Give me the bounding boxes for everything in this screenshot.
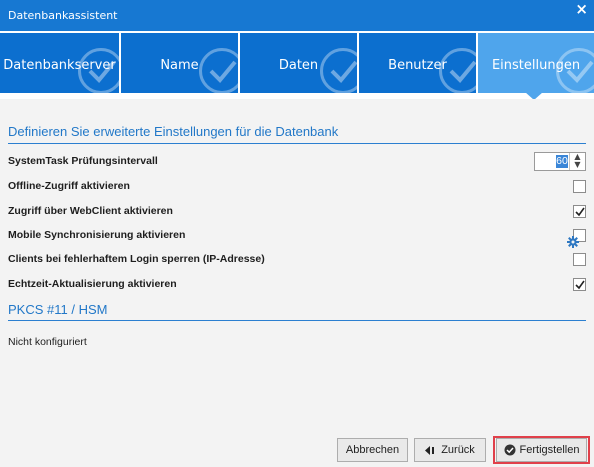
option-row-mobile: Mobile Synchronisierung aktivieren — [8, 225, 586, 247]
window-title: Datenbankassistent — [8, 9, 118, 22]
back-arrow-icon — [425, 445, 435, 455]
webclient-access-checkbox[interactable] — [573, 205, 586, 218]
wizard-steps: Datenbankserver Name Daten Benutzer Eins… — [0, 31, 594, 99]
step-label: Daten — [278, 58, 319, 73]
stepper-arrows-icon[interactable]: ▲ ▼ — [569, 153, 585, 170]
offline-access-checkbox[interactable] — [573, 180, 586, 193]
realtime-update-checkbox[interactable] — [573, 278, 586, 291]
gear-icon[interactable] — [567, 236, 579, 248]
ip-lockout-checkbox[interactable] — [573, 253, 586, 266]
step-label: Name — [160, 58, 199, 73]
pkcs-status: Nicht konfiguriert — [8, 336, 87, 348]
option-label: Zugriff über WebClient aktivieren — [8, 205, 173, 217]
step-einstellungen[interactable]: Einstellungen — [478, 33, 594, 93]
cancel-label: Abbrechen — [345, 444, 400, 456]
interval-value[interactable]: 60 — [556, 155, 568, 168]
interval-label: SystemTask Prüfungsintervall — [8, 155, 158, 167]
highlight-box — [493, 436, 590, 464]
option-row-lockout: Clients bei fehlerhaftem Login sperren (… — [8, 249, 586, 271]
option-label: Clients bei fehlerhaftem Login sperren (… — [8, 253, 265, 265]
step-datenbankserver[interactable]: Datenbankserver — [0, 33, 119, 93]
title-bar: Datenbankassistent × — [0, 0, 594, 31]
interval-row: SystemTask Prüfungsintervall 60 ▲ ▼ — [8, 151, 586, 173]
option-row-webclient: Zugriff über WebClient aktivieren — [8, 201, 586, 223]
checkmark-icon — [575, 280, 585, 290]
option-label: Echtzeit-Aktualisierung aktivieren — [8, 278, 177, 290]
close-icon[interactable]: × — [575, 1, 588, 17]
option-row-offline: Offline-Zugriff aktivieren — [8, 176, 586, 198]
step-name[interactable]: Name — [121, 33, 238, 93]
back-button[interactable]: Zurück — [414, 438, 486, 462]
pkcs-heading: PKCS #11 / HSM — [8, 302, 108, 317]
step-benutzer[interactable]: Benutzer — [359, 33, 476, 93]
cancel-button[interactable]: Abbrechen — [337, 438, 408, 462]
step-label: Einstellungen — [491, 58, 581, 73]
step-label: Benutzer — [388, 58, 447, 73]
step-label: Datenbankserver — [3, 58, 116, 73]
section-divider — [8, 320, 586, 321]
option-label: Offline-Zugriff aktivieren — [8, 180, 130, 192]
section-divider — [8, 143, 586, 144]
option-label: Mobile Synchronisierung aktivieren — [8, 229, 186, 241]
advanced-settings-heading: Definieren Sie erweiterte Einstellungen … — [8, 124, 339, 139]
back-label: Zurück — [441, 444, 475, 456]
checkmark-icon — [575, 207, 585, 217]
interval-stepper[interactable]: 60 ▲ ▼ — [534, 152, 586, 171]
step-daten[interactable]: Daten — [240, 33, 357, 93]
option-row-realtime: Echtzeit-Aktualisierung aktivieren — [8, 274, 586, 296]
